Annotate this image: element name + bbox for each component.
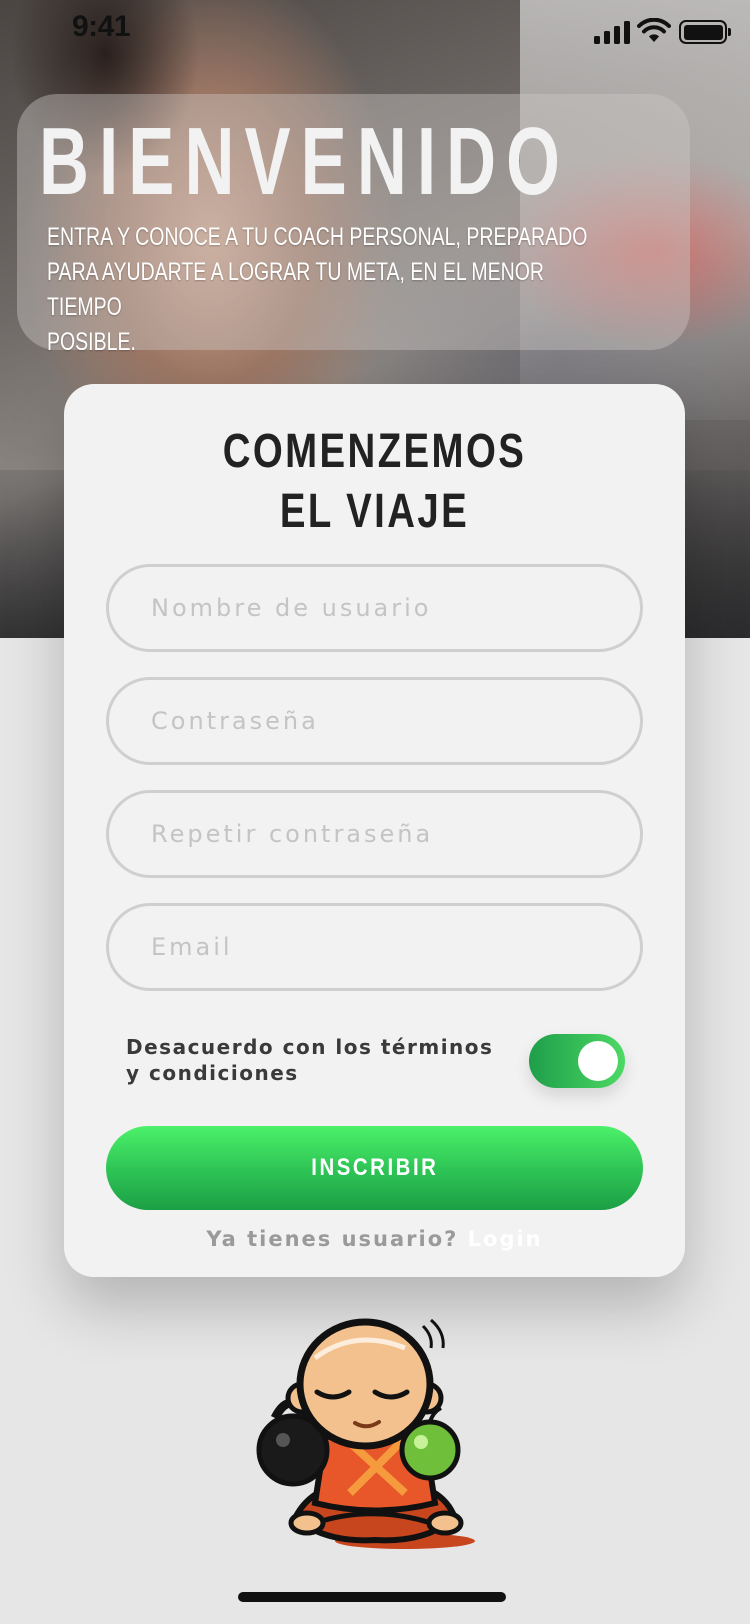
login-link[interactable]: Login	[468, 1227, 543, 1251]
welcome-subtitle: ENTRA Y CONOCE A TU COACH PERSONAL, PREP…	[47, 220, 593, 360]
email-field[interactable]	[106, 903, 643, 991]
card-title-line-2: EL VIAJE	[279, 485, 470, 538]
password-input[interactable]	[109, 680, 640, 762]
battery-icon	[679, 20, 731, 44]
terms-label-line: y condiciones	[126, 1061, 299, 1085]
welcome-title: BIENVENIDO	[39, 108, 570, 215]
password-field[interactable]	[106, 677, 643, 765]
login-prompt-text: Ya tienes usuario?	[206, 1227, 459, 1251]
welcome-panel: BIENVENIDO ENTRA Y CONOCE A TU COACH PER…	[17, 94, 690, 356]
repeat-password-field[interactable]	[106, 790, 643, 878]
welcome-subtitle-line: POSIBLE.	[47, 328, 136, 356]
terms-label: Desacuerdo con los términos y condicione…	[126, 1034, 506, 1086]
terms-toggle[interactable]	[529, 1034, 625, 1088]
email-input[interactable]	[109, 906, 640, 988]
card-title-line-1: COMENZEMOS	[222, 425, 527, 478]
terms-label-line: Desacuerdo con los términos	[126, 1035, 494, 1059]
repeat-password-input[interactable]	[109, 793, 640, 875]
signup-card: COMENZEMOS EL VIAJE Desacuerdo con los t…	[64, 384, 685, 1277]
status-bar: 9:41	[0, 0, 750, 60]
login-prompt: Ya tienes usuario? Login	[64, 1227, 685, 1251]
home-indicator	[238, 1592, 506, 1602]
welcome-subtitle-line: PARA AYUDARTE A LOGRAR TU META, EN EL ME…	[47, 258, 545, 321]
mascot-monk-logo	[256, 1318, 475, 1549]
inscribir-button[interactable]: INSCRIBIR	[106, 1126, 643, 1210]
username-field[interactable]	[106, 564, 643, 652]
inscribir-button-label: INSCRIBIR	[310, 1154, 439, 1181]
status-time: 9:41	[72, 10, 131, 43]
signal-icon	[594, 20, 630, 44]
wifi-icon	[637, 18, 671, 42]
username-input[interactable]	[109, 567, 640, 649]
toggle-knob	[578, 1041, 618, 1081]
welcome-subtitle-line: ENTRA Y CONOCE A TU COACH PERSONAL, PREP…	[47, 223, 588, 251]
